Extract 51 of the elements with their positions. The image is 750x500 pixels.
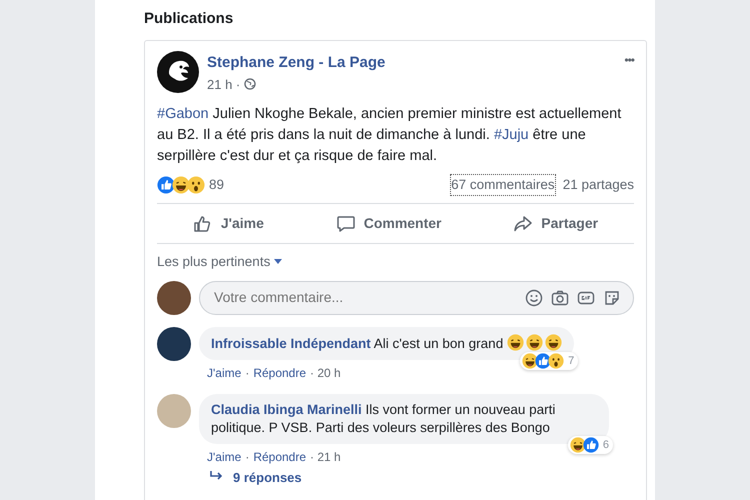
camera-icon[interactable]: [551, 288, 569, 306]
surprised-reaction-icon: [187, 176, 205, 194]
separator-dot: ·: [245, 364, 250, 382]
avatar-placeholder: [157, 394, 191, 428]
post-author[interactable]: Stephane Zeng - La Page: [207, 54, 386, 70]
sticker-icon[interactable]: [603, 288, 621, 306]
caret-icon[interactable]: [274, 259, 282, 266]
laughing-reaction-icon: [570, 436, 586, 453]
reply-link[interactable]: Répondre: [253, 364, 306, 382]
laughing-emoji-icon: [507, 334, 524, 350]
like-link[interactable]: J'aime: [207, 448, 242, 466]
laughing-reaction-icon: [172, 176, 190, 194]
emoji-icon[interactable]: [525, 288, 543, 306]
reaction-count: 7: [568, 354, 574, 368]
laughing-emoji-icon: [526, 334, 544, 350]
comments-count-link[interactable]: 67 commentaires: [451, 175, 555, 196]
laughing-reaction-icon: [522, 352, 538, 369]
comment-input-field[interactable]: Votre commentaire...: [212, 286, 517, 309]
surprised-reaction-icon: [548, 352, 564, 369]
action-button[interactable]: J'aime: [184, 204, 272, 244]
replies-link[interactable]: 9 réponses: [233, 468, 302, 487]
reply-link[interactable]: Répondre: [253, 448, 306, 466]
avatar-placeholder: [157, 326, 191, 360]
speech-bubble-icon: [336, 214, 356, 234]
post-text: #Gabon Julien Nkoghe Bekale, ancien premier ministre est actuellement au B2. Il a été pris dans la nuit de dimanche à lundi. #Juju être une serpillère c'est dur et ça risque de faire mal.: [157, 105, 622, 166]
reaction-count[interactable]: 89: [209, 175, 224, 196]
shares-count-link[interactable]: 21 partages: [562, 175, 634, 196]
post-time[interactable]: 21 h ·: [207, 74, 240, 94]
more-options-button[interactable]: •••: [624, 50, 634, 68]
comment-time: · 20 h: [310, 364, 341, 382]
like-reaction-icon: [157, 176, 175, 194]
like-link[interactable]: J'aime: [207, 364, 242, 382]
comment-author[interactable]: Infroissable Indépendant: [211, 336, 371, 350]
laughing-emoji-icon: [545, 334, 562, 350]
sort-dropdown[interactable]: Les plus pertinents: [157, 252, 270, 272]
comment-time: · 21 h: [310, 448, 341, 466]
action-button[interactable]: Commenter: [328, 204, 450, 244]
separator-dot: ·: [245, 448, 250, 466]
comment-author[interactable]: Claudia Ibinga Marinelli: [211, 402, 362, 416]
reaction-count: 6: [602, 438, 609, 452]
action-button[interactable]: Partager: [505, 204, 606, 244]
hashtag-link[interactable]: #Juju: [494, 127, 529, 143]
share-arrow-icon: [513, 214, 534, 234]
thumbs-up-icon: [192, 214, 213, 234]
comment-text: Infroissable Indépendant Ali c'est un bon grand: [211, 334, 562, 352]
avatar-placeholder: [157, 280, 191, 314]
comment-text: Claudia Ibinga Marinelli Ils vont former un nouveau parti politique. P VSB. Parti des voleurs serpillères des Bongo: [211, 400, 556, 436]
comment-box[interactable]: Votre commentaire...: [199, 280, 634, 314]
section-title: Publications: [144, 9, 234, 29]
hashtag-link[interactable]: #Gabon: [157, 106, 209, 122]
page-logo-icon: [157, 51, 199, 94]
